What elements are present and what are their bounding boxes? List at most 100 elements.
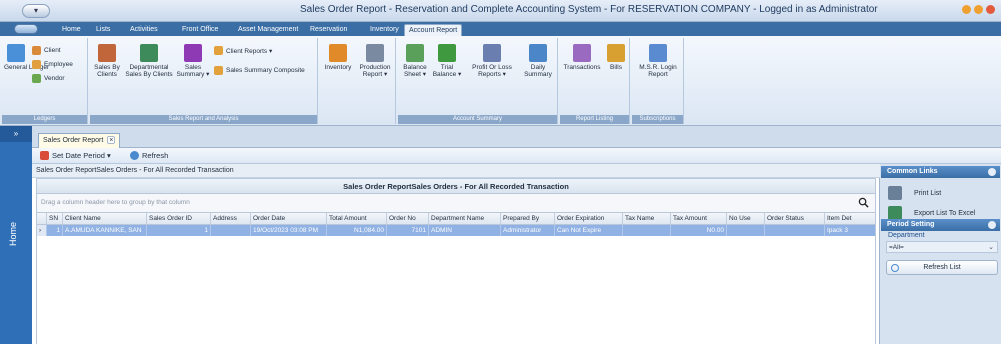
cell-order-no[interactable]: 7101 (387, 225, 429, 236)
balance-sheet-button[interactable]: Balance Sheet ▾ (400, 44, 430, 78)
cell-sales-order-id[interactable]: 1 (147, 225, 211, 236)
subscriptions-group: M.S.R. Login Report Subscriptions (632, 38, 684, 124)
set-date-period-button[interactable]: Set Date Period ▾ (40, 151, 111, 160)
departmental-sales-button[interactable]: Departmental Sales By Clients (124, 44, 174, 78)
tab-activities[interactable]: Activities (126, 24, 162, 36)
col-header-sales-order-id[interactable]: Sales Order ID (147, 213, 211, 224)
search-icon[interactable] (858, 197, 869, 208)
tab-account-report[interactable]: Account Report (404, 24, 463, 36)
close-tab-icon[interactable]: × (107, 136, 116, 144)
cell-total-amount[interactable]: N1,084.00 (327, 225, 387, 236)
login-report-icon (649, 44, 667, 62)
col-header-order-status[interactable]: Order Status (765, 213, 825, 224)
cell-order-date[interactable]: 19/Oct/2023 03:08 PM (251, 225, 327, 236)
collapse-icon[interactable] (988, 221, 996, 229)
tab-lists[interactable]: Lists (92, 24, 114, 36)
production-report-button[interactable]: Production Report ▾ (356, 44, 394, 78)
profit-loss-icon (483, 44, 501, 62)
report-toolbar: Set Date Period ▾ Refresh (32, 148, 1001, 164)
inventory-group: Inventory Production Report ▾ (320, 38, 396, 124)
col-header-order-no[interactable]: Order No (387, 213, 429, 224)
cell-order-expiration[interactable]: Can Not Expire (555, 225, 623, 236)
bills-icon (607, 44, 625, 62)
sales-summary-button[interactable]: Sales Summary ▾ (176, 44, 210, 78)
vendor-icon (32, 74, 41, 83)
col-header-no-use[interactable]: No Use (727, 213, 765, 224)
client-button[interactable]: Client (32, 46, 61, 55)
col-header-tax-amount[interactable]: Tax Amount (671, 213, 727, 224)
sales-by-clients-button[interactable]: Sales By Clients (92, 44, 122, 78)
cell-client-name[interactable]: A.AMUDA KANNIKE, SAN (63, 225, 147, 236)
daily-summary-button[interactable]: Daily Summary (522, 44, 554, 78)
collapse-icon[interactable] (988, 168, 996, 176)
profit-or-loss-button[interactable]: Profit Or Loss Reports ▾ (464, 44, 520, 78)
col-header-order-date[interactable]: Order Date (251, 213, 327, 224)
trial-balance-button[interactable]: Trial Balance ▾ (432, 44, 462, 78)
login-report-button[interactable]: M.S.R. Login Report (634, 44, 682, 78)
vendor-button[interactable]: Vendor (32, 74, 65, 83)
cell-tax-amount[interactable]: N0.00 (671, 225, 727, 236)
ribbon: General Ledger Client Employee Vendor Le… (0, 36, 1001, 126)
col-header-order-expiration[interactable]: Order Expiration (555, 213, 623, 224)
col-header-tax-name[interactable]: Tax Name (623, 213, 671, 224)
balance-sheet-icon (406, 44, 424, 62)
common-links-header[interactable]: Common Links (881, 166, 1000, 178)
cell-order-status[interactable] (765, 225, 825, 236)
cell-item-details[interactable]: Ipack 3 (825, 225, 855, 236)
daily-summary-icon (529, 44, 547, 62)
group-by-panel[interactable]: Drag a column header here to group by th… (36, 194, 876, 212)
application-menu-button[interactable] (14, 24, 38, 34)
calendar-icon (40, 151, 49, 160)
home-rail-tab[interactable]: Home (8, 222, 18, 246)
quick-access-button[interactable]: ▾ (22, 4, 50, 18)
account-summary-group: Balance Sheet ▾ Trial Balance ▾ Profit O… (398, 38, 558, 124)
grid-title: Sales Order ReportSales Orders - For All… (36, 178, 876, 194)
refresh-button[interactable]: Refresh (130, 151, 168, 160)
col-header-address[interactable]: Address (211, 213, 251, 224)
grid-header-row: SN Client Name Sales Order ID Address Or… (37, 213, 875, 225)
transactions-button[interactable]: Transactions (562, 44, 602, 71)
export-excel-link[interactable]: Export List To Excel (888, 206, 975, 220)
inventory-button[interactable]: Inventory (322, 44, 354, 71)
tab-sales-order-report[interactable]: Sales Order Report × (38, 133, 121, 148)
tab-inventory[interactable]: Inventory (366, 24, 403, 36)
window-title: Sales Order Report - Reservation and Com… (300, 4, 878, 15)
left-rail: » Home (0, 126, 32, 344)
client-reports-button[interactable]: Client Reports ▾ (214, 46, 272, 55)
cell-address[interactable] (211, 225, 251, 236)
group-label-ledgers: Ledgers (2, 115, 87, 124)
close-button[interactable] (986, 5, 995, 14)
tab-reservation[interactable]: Reservation (306, 24, 351, 36)
period-setting-header[interactable]: Period Setting (881, 219, 1000, 231)
col-header-total-amount[interactable]: Total Amount (327, 213, 387, 224)
col-header-client-name[interactable]: Client Name (63, 213, 147, 224)
excel-icon (888, 206, 902, 220)
department-label: Department (888, 232, 925, 239)
col-header-item-details[interactable]: Item Det (825, 213, 855, 224)
refresh-list-button[interactable]: Refresh List (886, 260, 998, 275)
col-header-department-name[interactable]: Department Name (429, 213, 501, 224)
cell-sn[interactable]: 1 (47, 225, 63, 236)
menu-tabs-bar: Home Lists Activities Front Office Asset… (0, 22, 1001, 36)
sales-summary-composite-button[interactable]: Sales Summary Composite (214, 66, 305, 75)
employee-button[interactable]: Employee (32, 60, 73, 69)
cell-no-use[interactable] (727, 225, 765, 236)
print-list-link[interactable]: Print List (888, 186, 941, 200)
cell-prepared-by[interactable]: Administrator (501, 225, 555, 236)
cell-department-name[interactable]: ADMIN (429, 225, 501, 236)
general-ledger-button[interactable]: General Ledger (4, 44, 49, 71)
tab-home[interactable]: Home (58, 24, 85, 36)
bills-button[interactable]: Bills (604, 44, 628, 71)
group-label-report-listing: Report Listing (560, 115, 629, 124)
maximize-button[interactable] (974, 5, 983, 14)
tab-front-office[interactable]: Front Office (178, 24, 222, 36)
department-select[interactable]: =All= ⌄ (886, 241, 998, 253)
printer-icon (888, 186, 902, 200)
trial-balance-icon (438, 44, 456, 62)
expand-rail-button[interactable]: » (0, 126, 32, 142)
col-header-prepared-by[interactable]: Prepared By (501, 213, 555, 224)
tab-asset-management[interactable]: Asset Management (234, 24, 302, 36)
col-header-sn[interactable]: SN (47, 213, 63, 224)
cell-tax-name[interactable] (623, 225, 671, 236)
minimize-button[interactable] (962, 5, 971, 14)
